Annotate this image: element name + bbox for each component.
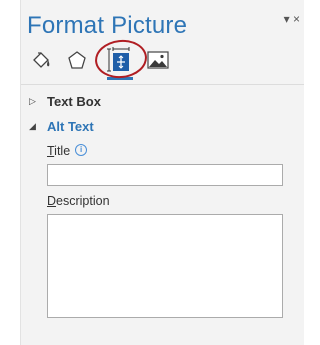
description-label-rest: escription	[56, 194, 110, 208]
picture-icon	[147, 51, 169, 69]
title-label: Title i	[47, 144, 88, 158]
paint-bucket-icon	[33, 52, 50, 68]
section-alt-text[interactable]: ◢ Alt Text	[29, 119, 94, 134]
section-alt-text-label: Alt Text	[47, 119, 94, 134]
tab-effects[interactable]	[63, 46, 91, 74]
alt-text-title-field[interactable]	[47, 164, 283, 186]
red-highlight-circle	[93, 37, 149, 81]
section-text-box-label: Text Box	[47, 94, 101, 109]
alt-text-description-field[interactable]	[47, 214, 283, 318]
title-label-rest: itle	[54, 144, 71, 158]
collapsed-arrow-icon: ▷	[29, 96, 36, 106]
tab-divider	[21, 84, 304, 85]
format-picture-pane: Format Picture ▾ × ▷ Text Box ◢ Alt Text…	[20, 0, 304, 345]
pane-options-dropdown[interactable]: ▾	[284, 12, 290, 26]
pane-tab-bar	[27, 37, 207, 81]
close-icon[interactable]: ×	[293, 12, 300, 26]
tab-picture[interactable]	[144, 46, 172, 74]
section-text-box[interactable]: ▷ Text Box	[29, 94, 101, 109]
pane-title: Format Picture	[27, 12, 188, 39]
pentagon-icon	[68, 51, 86, 69]
description-label-accesskey: D	[47, 194, 57, 208]
info-icon[interactable]: i	[75, 144, 88, 156]
tab-fill-line[interactable]	[27, 46, 55, 74]
pane-controls: ▾ ×	[284, 12, 300, 26]
expanded-arrow-icon: ◢	[29, 121, 36, 131]
description-label: Description	[47, 194, 110, 208]
